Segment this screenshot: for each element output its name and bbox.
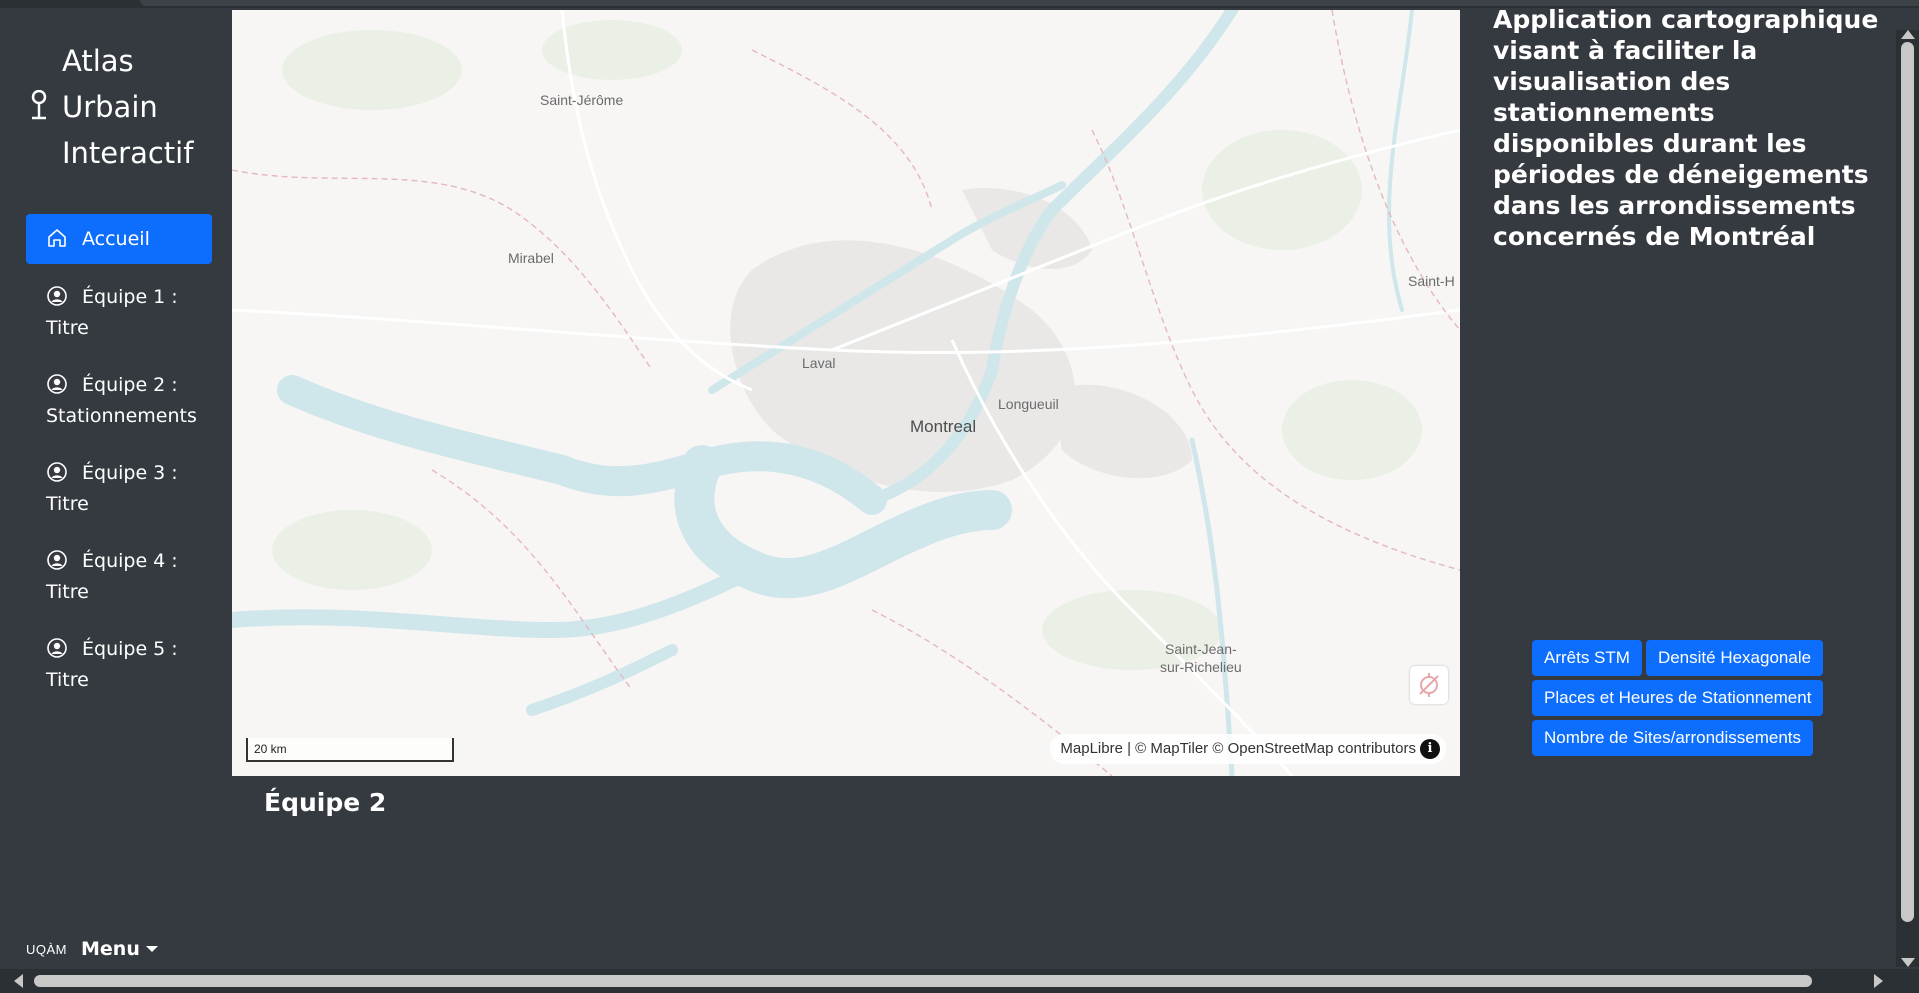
- geolocate-disabled-icon: [1419, 673, 1439, 697]
- scroll-up-arrow-icon[interactable]: [1901, 30, 1915, 39]
- user-circle-icon: [47, 638, 67, 658]
- map-label-longueuil: Longueuil: [998, 396, 1059, 412]
- map-canvas[interactable]: Saint-Jérôme Mirabel Laval Montreal Long…: [232, 10, 1460, 776]
- scroll-right-arrow-icon[interactable]: [1874, 974, 1883, 988]
- layer-arrets-stm-button[interactable]: Arrêts STM: [1532, 640, 1642, 676]
- uqam-logo: UQÀM: [26, 941, 67, 957]
- brand-line-2: Urbain: [62, 90, 158, 124]
- scroll-left-arrow-icon[interactable]: [14, 974, 23, 988]
- sidebar: Atlas Urbain Interactif Accueil Équipe 1…: [0, 8, 224, 960]
- brand[interactable]: Atlas Urbain Interactif: [28, 38, 218, 178]
- sidebar-item-equipe-5[interactable]: Équipe 5 : Titre: [26, 626, 212, 704]
- user-circle-icon: [47, 462, 67, 482]
- info-icon[interactable]: i: [1420, 739, 1440, 759]
- home-icon: [48, 229, 66, 247]
- geolocate-button[interactable]: [1410, 666, 1448, 704]
- map-label-saint-jerome: Saint-Jérôme: [540, 92, 624, 108]
- vertical-scrollbar[interactable]: [1896, 30, 1919, 967]
- brand-line-1: Atlas: [62, 44, 134, 78]
- footer-menu[interactable]: UQÀM Menu: [26, 938, 158, 960]
- sidebar-item-label: Équipe 2 : Stationnements: [46, 374, 197, 427]
- brand-title: Atlas Urbain Interactif: [62, 38, 193, 176]
- sidebar-item-accueil[interactable]: Accueil: [26, 214, 212, 264]
- attribution-text: MapLibre | © MapTiler © OpenStreetMap co…: [1060, 740, 1416, 757]
- horizontal-scroll-thumb[interactable]: [34, 975, 1812, 987]
- map-attribution: MapLibre | © MapTiler © OpenStreetMap co…: [1050, 734, 1446, 764]
- layer-places-heures-button[interactable]: Places et Heures de Stationnement: [1532, 680, 1824, 716]
- sidebar-item-equipe-3[interactable]: Équipe 3 : Titre: [26, 450, 212, 528]
- page-team-title: Équipe 2: [264, 788, 387, 817]
- sidebar-nav: Accueil Équipe 1 : Titre Équipe 2 : Stat…: [26, 214, 212, 714]
- map-label-saint-h: Saint-H: [1408, 273, 1455, 289]
- map-label-laval: Laval: [802, 355, 836, 371]
- menu-dropdown-label: Menu: [81, 938, 140, 960]
- map-label-mirabel: Mirabel: [508, 250, 554, 266]
- vertical-scroll-thumb[interactable]: [1901, 42, 1914, 922]
- sidebar-item-equipe-1[interactable]: Équipe 1 : Titre: [26, 274, 212, 352]
- scroll-down-arrow-icon[interactable]: [1901, 958, 1915, 967]
- app-description: Application cartographique visant à faci…: [1493, 5, 1879, 251]
- user-circle-icon: [47, 374, 67, 394]
- caret-down-icon: [145, 946, 158, 952]
- layer-densite-hexagonale-button[interactable]: Densité Hexagonale: [1645, 640, 1824, 676]
- horizontal-scrollbar[interactable]: [0, 969, 1919, 993]
- map-label-saint-jean: Saint-Jean- sur-Richelieu: [1160, 641, 1242, 675]
- sidebar-item-equipe-2[interactable]: Équipe 2 : Stationnements: [26, 362, 212, 440]
- user-circle-icon: [47, 286, 67, 306]
- sidebar-item-equipe-4[interactable]: Équipe 4 : Titre: [26, 538, 212, 616]
- map-label-montreal: Montreal: [910, 417, 977, 436]
- layer-nombre-sites-button[interactable]: Nombre de Sites/arrondissements: [1532, 720, 1814, 756]
- layer-buttons: Arrêts STM Densité Hexagonale Places et H…: [1532, 640, 1872, 760]
- brand-line-3: Interactif: [62, 136, 194, 170]
- sidebar-item-label: Accueil: [82, 228, 150, 250]
- map-basemap: [232, 10, 1460, 776]
- map-scale-bar: 20 km: [246, 738, 454, 762]
- map-pin-icon: [31, 90, 47, 120]
- user-circle-icon: [47, 550, 67, 570]
